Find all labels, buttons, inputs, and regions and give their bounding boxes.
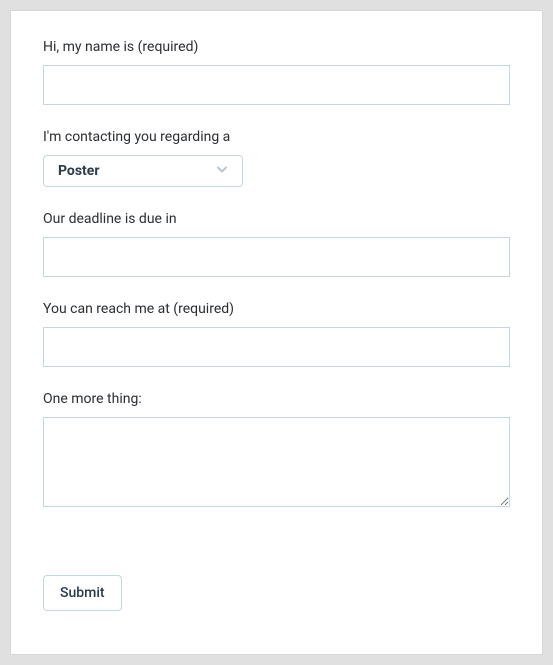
deadline-field-group: Our deadline is due in [43,211,510,277]
submit-button[interactable]: Submit [43,575,122,611]
regarding-field-group: I'm contacting you regarding a Poster [43,129,510,187]
name-label: Hi, my name is (required) [43,39,510,55]
regarding-select-wrapper: Poster [43,155,243,187]
name-input[interactable] [43,65,510,105]
deadline-input[interactable] [43,237,510,277]
deadline-label: Our deadline is due in [43,211,510,227]
contact-form-card: Hi, my name is (required) I'm contacting… [10,10,543,655]
more-label: One more thing: [43,391,510,407]
more-field-group: One more thing: [43,391,510,511]
more-textarea[interactable] [43,417,510,507]
regarding-select[interactable]: Poster [43,155,243,187]
contact-label: You can reach me at (required) [43,301,510,317]
contact-input[interactable] [43,327,510,367]
regarding-label: I'm contacting you regarding a [43,129,510,145]
contact-field-group: You can reach me at (required) [43,301,510,367]
name-field-group: Hi, my name is (required) [43,39,510,105]
